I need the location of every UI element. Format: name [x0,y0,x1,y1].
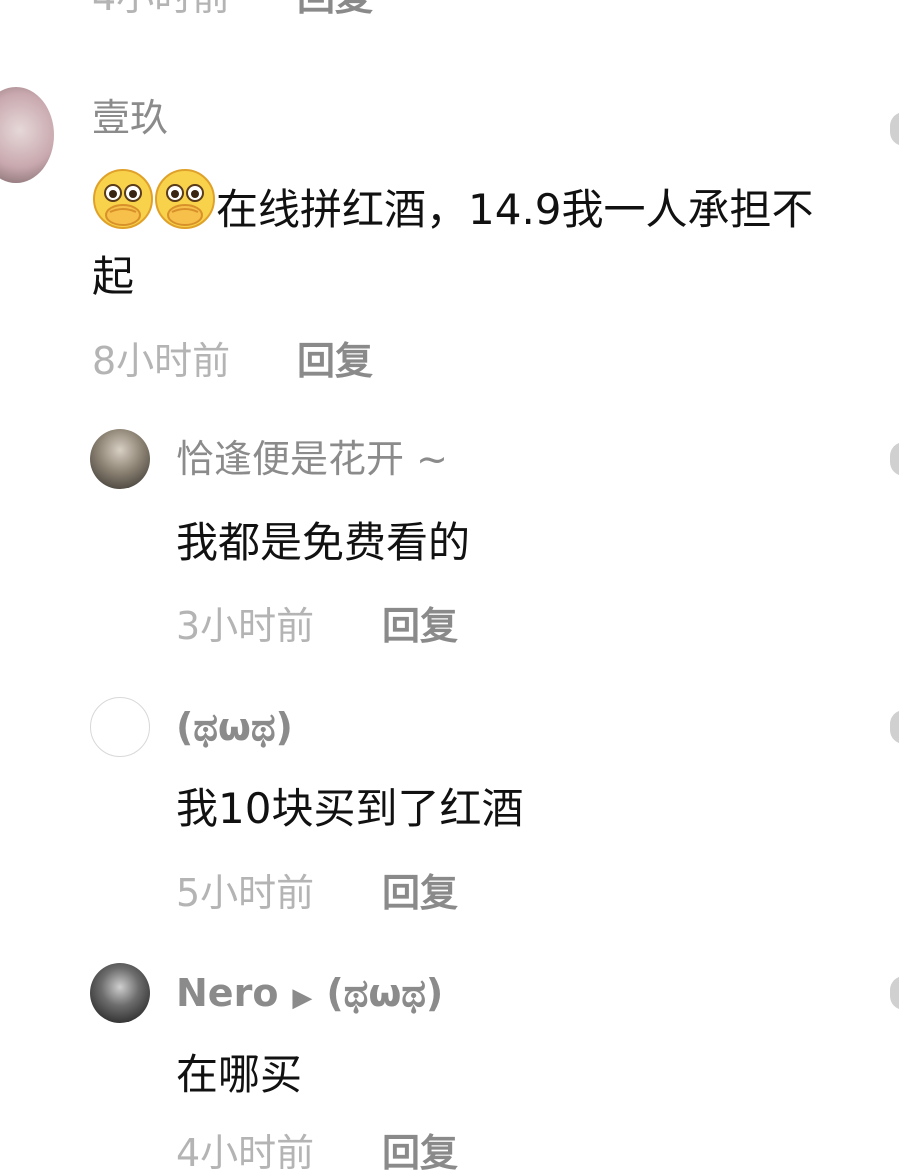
like-icon[interactable] [890,710,899,744]
reply-button[interactable]: 回复 [297,338,373,384]
reply-button[interactable]: 回复 [382,1130,458,1176]
comment-time: 4小时前 [92,0,230,20]
reply-button[interactable]: 回复 [382,603,458,649]
reply-text: 我都是免费看的 [176,518,471,567]
pleading-covering-mouth-emoji [93,169,153,229]
comment-time: 8小时前 [92,339,231,383]
like-icon[interactable] [890,976,899,1010]
avatar[interactable] [90,697,150,757]
reply-text: 我10块买到了红酒 [176,784,524,833]
username[interactable]: 恰逢便是花开 ~ [176,436,448,482]
reply-button[interactable]: 回复 [382,870,458,916]
reply-time: 5小时前 [176,871,315,915]
reply-time: 3小时前 [176,604,315,648]
like-icon[interactable] [890,112,899,146]
avatar[interactable] [90,429,150,489]
username[interactable]: (ಥωಥ) [176,704,293,750]
comment-text: 在线拼红酒，14.9我一人承担不起 [92,168,832,310]
like-icon[interactable] [890,442,899,476]
username[interactable]: 壹玖 [92,95,168,141]
pleading-covering-mouth-emoji [155,169,215,229]
reply-time: 4小时前 [176,1131,315,1175]
reply-header: Nero ▶ (ಥωಥ) [176,970,443,1021]
avatar[interactable] [0,87,54,183]
username[interactable]: Nero [176,971,278,1015]
reply-to-username[interactable]: (ಥωಥ) [326,971,443,1015]
avatar[interactable] [90,963,150,1023]
reply-text: 在哪买 [176,1050,303,1099]
reply-arrow-icon: ▶ [292,983,313,1013]
reply-button[interactable]: 回复 [297,0,373,20]
